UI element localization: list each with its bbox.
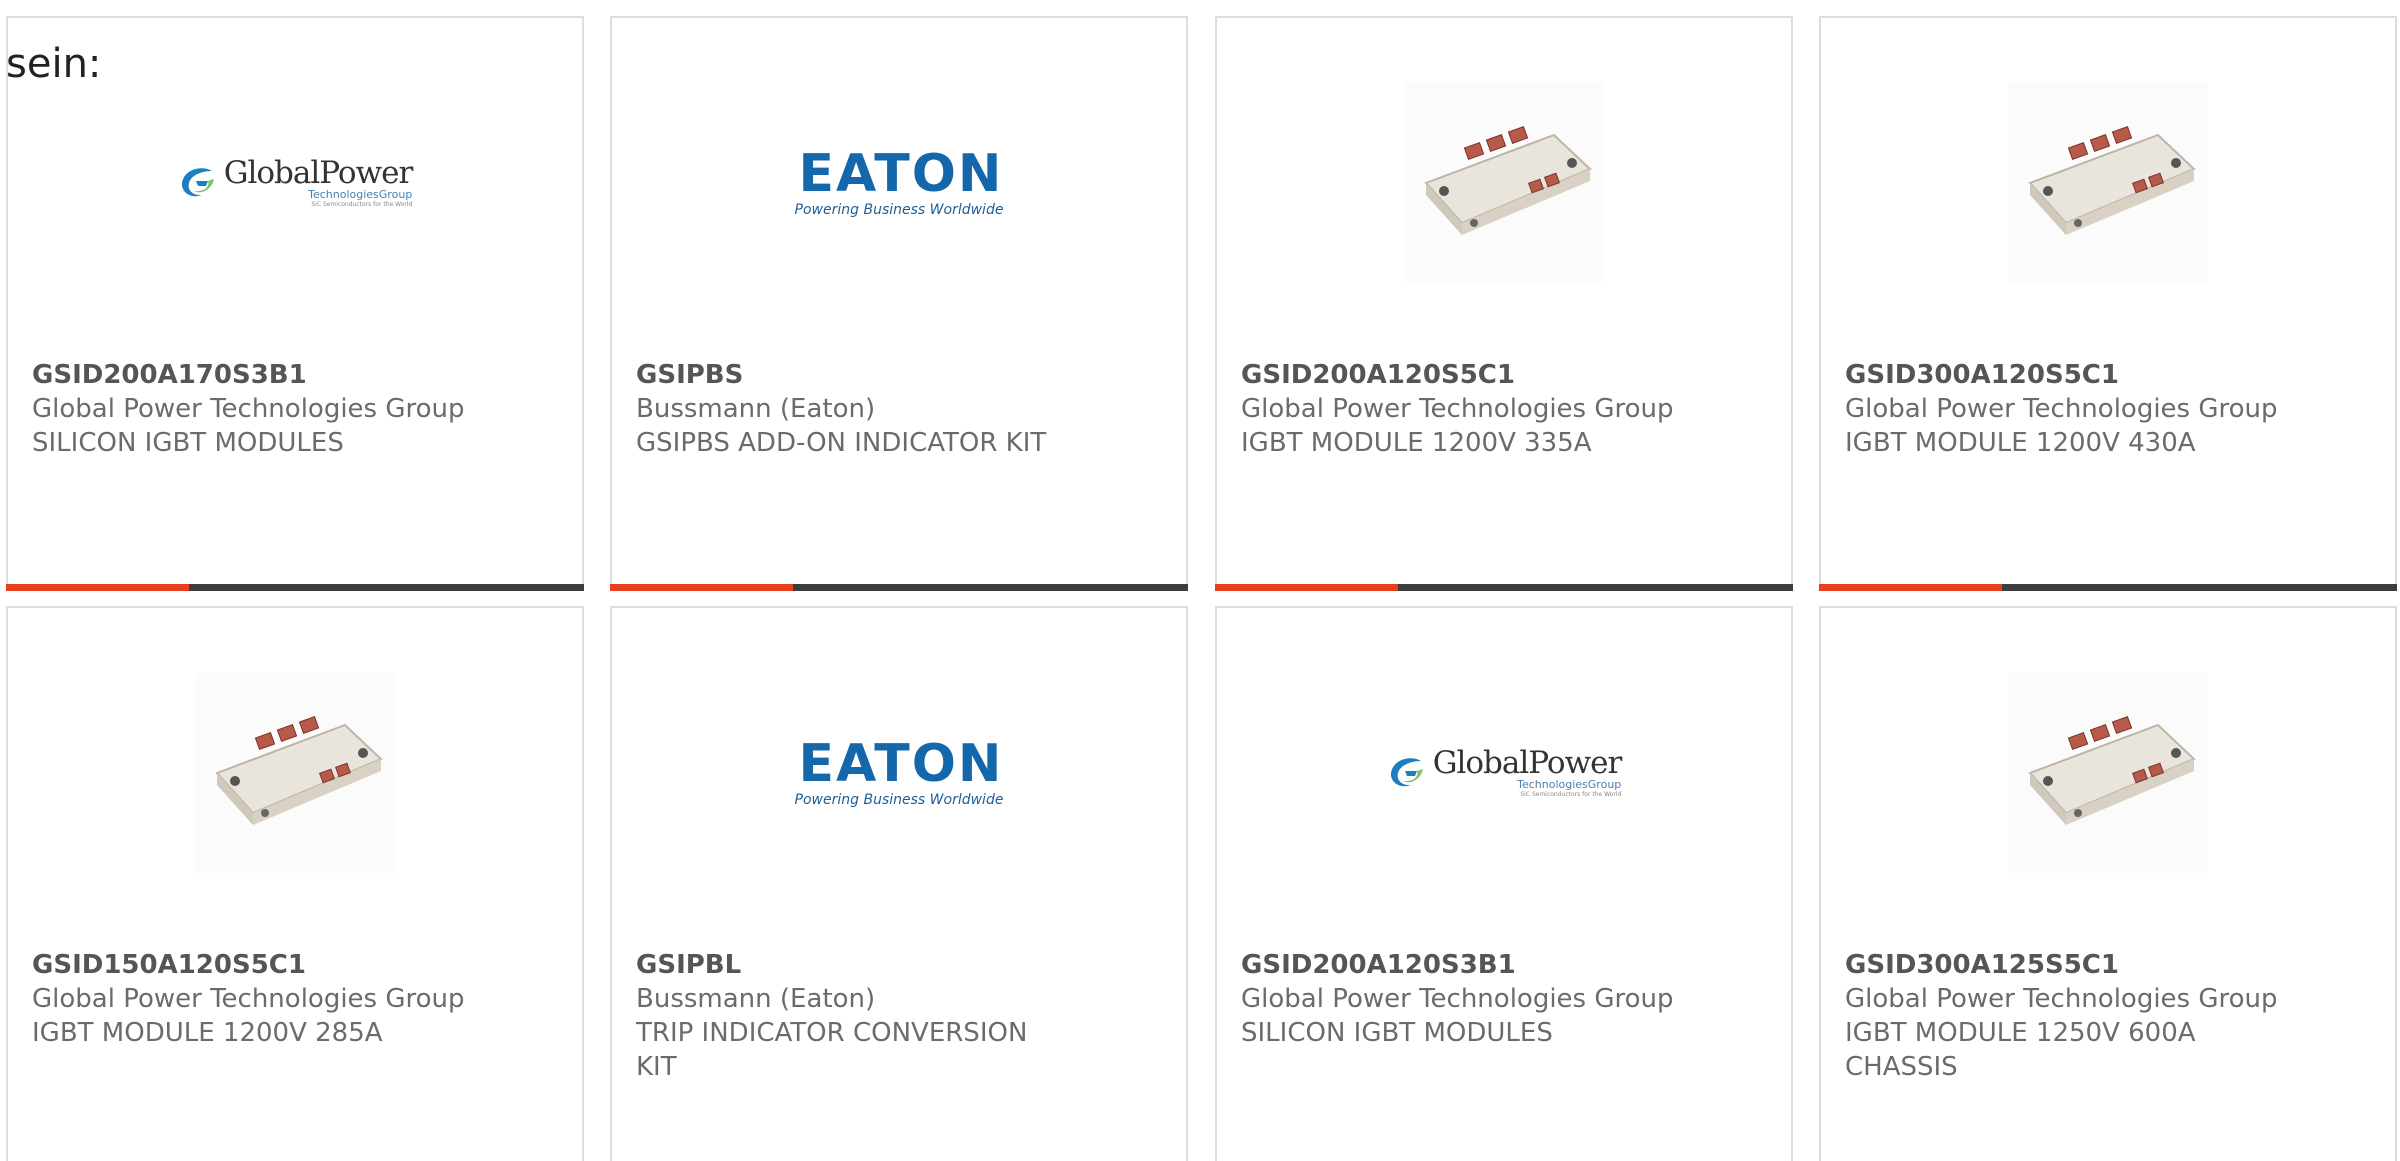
product-part-number[interactable]: GSID300A125S5C1 <box>1845 948 2285 982</box>
product-manufacturer: Bussmann (Eaton) <box>636 984 876 1014</box>
card-bottom-bar <box>1819 584 2397 591</box>
product-description: SILICON IGBT MODULES <box>32 428 344 458</box>
globalpower-logo: GlobalPower TechnologiesGroup SiC Semico… <box>178 157 413 209</box>
product-card[interactable]: GSID300A125S5C1 Global Power Technologies… <box>1819 606 2397 1161</box>
igbt-module-photo <box>2008 83 2208 283</box>
product-card[interactable]: EATON Powering Business Worldwide GSIPBL… <box>610 606 1188 1161</box>
product-manufacturer: Global Power Technologies Group <box>1845 394 2278 424</box>
globalpower-wordmark: GlobalPower <box>223 155 414 191</box>
igbt-module-photo <box>1404 83 1604 283</box>
card-bottom-bar-accent <box>1819 584 2002 591</box>
product-image[interactable]: GlobalPower TechnologiesGroup SiC Semico… <box>8 78 582 288</box>
product-card[interactable]: GSID300A120S5C1 Global Power Technologies… <box>1819 16 2397 591</box>
product-image[interactable]: EATON Powering Business Worldwide <box>612 78 1186 288</box>
card-bottom-bar-accent <box>1215 584 1398 591</box>
product-description: SILICON IGBT MODULES <box>1241 1018 1553 1048</box>
eaton-logo: EATON Powering Business Worldwide <box>795 148 1004 218</box>
globalpower-subline: TechnologiesGroup <box>1517 778 1622 791</box>
globalpower-swoosh-icon <box>1390 758 1423 787</box>
product-card[interactable]: EATON Powering Business Worldwide GSIPBS… <box>610 16 1188 591</box>
product-info: GSID300A125S5C1 Global Power Technologies… <box>1845 948 2285 1084</box>
globalpower-tagline: SiC Semiconductors for the World <box>311 201 413 208</box>
product-part-number[interactable]: GSIPBS <box>636 358 1076 392</box>
product-manufacturer: Global Power Technologies Group <box>1241 394 1674 424</box>
product-part-number[interactable]: GSID200A120S5C1 <box>1241 358 1681 392</box>
product-manufacturer: Global Power Technologies Group <box>1845 984 2278 1014</box>
card-bottom-bar <box>1215 584 1793 591</box>
product-info: GSIPBL Bussmann (Eaton) TRIP INDICATOR CON… <box>636 948 1076 1084</box>
product-manufacturer: Global Power Technologies Group <box>32 394 465 424</box>
product-description: IGBT MODULE 1200V 285A <box>32 1018 383 1048</box>
product-part-number[interactable]: GSID200A120S3B1 <box>1241 948 1681 982</box>
product-image[interactable] <box>1217 78 1791 288</box>
product-manufacturer: Global Power Technologies Group <box>1241 984 1674 1014</box>
product-info: GSID300A120S5C1 Global Power Technologies… <box>1845 358 2285 460</box>
globalpower-swoosh-icon <box>181 168 214 197</box>
product-info: GSIPBS Bussmann (Eaton) GSIPBS ADD-ON INDI… <box>636 358 1076 460</box>
globalpower-logo: GlobalPower TechnologiesGroup SiC Semico… <box>1387 747 1622 799</box>
product-part-number[interactable]: GSID200A170S3B1 <box>32 358 472 392</box>
product-card[interactable]: GSID150A120S5C1 Global Power Technologies… <box>6 606 584 1161</box>
product-card[interactable]: GSID200A120S5C1 Global Power Technologies… <box>1215 16 1793 591</box>
card-bottom-bar-accent <box>610 584 793 591</box>
product-part-number[interactable]: GSID150A120S5C1 <box>32 948 472 982</box>
card-bottom-bar <box>610 584 1188 591</box>
product-manufacturer: Global Power Technologies Group <box>32 984 465 1014</box>
product-description: IGBT MODULE 1200V 335A <box>1241 428 1592 458</box>
page: { "intro_text": "sein:", "logos": { "glo… <box>0 0 2400 1161</box>
igbt-module-photo <box>2008 673 2208 873</box>
product-image[interactable] <box>8 668 582 878</box>
product-part-number[interactable]: GSID300A120S5C1 <box>1845 358 2285 392</box>
globalpower-wordmark: GlobalPower <box>1432 745 1623 781</box>
eaton-logo: EATON Powering Business Worldwide <box>795 738 1004 808</box>
eaton-tagline: Powering Business Worldwide <box>794 202 1004 218</box>
intro-text: sein: <box>6 41 102 87</box>
globalpower-tagline: SiC Semiconductors for the World <box>1520 791 1622 798</box>
igbt-module-photo <box>195 673 395 873</box>
product-image[interactable] <box>1821 668 2395 878</box>
globalpower-subline: TechnologiesGroup <box>308 188 413 201</box>
product-info: GSID200A120S5C1 Global Power Technologies… <box>1241 358 1681 460</box>
card-bottom-bar <box>6 584 584 591</box>
product-manufacturer: Bussmann (Eaton) <box>636 394 876 424</box>
eaton-tagline: Powering Business Worldwide <box>794 792 1004 808</box>
product-description: IGBT MODULE 1250V 600A CHASSIS <box>1845 1018 2196 1082</box>
product-image[interactable]: GlobalPower TechnologiesGroup SiC Semico… <box>1217 668 1791 878</box>
card-bottom-bar-accent <box>6 584 189 591</box>
product-image[interactable] <box>1821 78 2395 288</box>
product-card[interactable]: GlobalPower TechnologiesGroup SiC Semico… <box>1215 606 1793 1161</box>
eaton-wordmark: EATON <box>798 734 1004 794</box>
product-part-number[interactable]: GSIPBL <box>636 948 1076 982</box>
eaton-wordmark: EATON <box>798 144 1004 204</box>
product-info: GSID150A120S5C1 Global Power Technologies… <box>32 948 472 1050</box>
product-description: TRIP INDICATOR CONVERSION KIT <box>636 1018 1028 1082</box>
product-card[interactable]: GlobalPower TechnologiesGroup SiC Semico… <box>6 16 584 591</box>
product-info: GSID200A120S3B1 Global Power Technologies… <box>1241 948 1681 1050</box>
product-description: GSIPBS ADD-ON INDICATOR KIT <box>636 428 1047 458</box>
product-description: IGBT MODULE 1200V 430A <box>1845 428 2196 458</box>
product-info: GSID200A170S3B1 Global Power Technologies… <box>32 358 472 460</box>
product-image[interactable]: EATON Powering Business Worldwide <box>612 668 1186 878</box>
